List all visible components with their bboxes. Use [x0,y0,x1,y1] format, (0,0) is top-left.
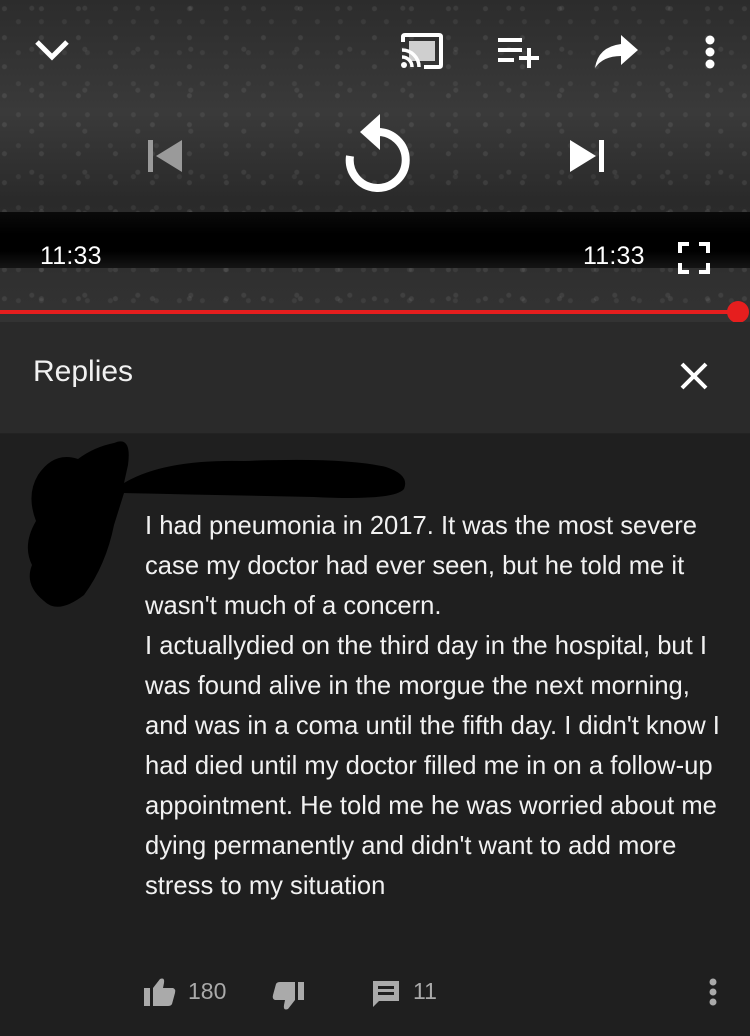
skip-next-icon [570,140,604,172]
duration-time: 11:33 [583,242,645,270]
add-to-queue-button[interactable] [494,30,542,72]
more-vert-icon [709,978,717,1006]
thumbs-down-icon [272,982,304,1010]
comment-actions: 180 11 [0,970,750,1014]
minimize-button[interactable] [28,26,76,74]
more-vert-icon [705,35,715,69]
close-icon [680,362,708,390]
like-button[interactable] [140,972,180,1012]
replay-icon [345,114,410,192]
share-button[interactable] [590,28,642,74]
elapsed-time: 11:33 [40,242,102,270]
video-player[interactable]: 11:33 11:33 [0,0,750,322]
cast-button[interactable] [396,28,448,74]
fullscreen-icon [678,242,710,274]
previous-button[interactable] [140,132,188,180]
fullscreen-button[interactable] [676,240,712,276]
comment-menu-button[interactable] [698,972,728,1012]
skip-previous-icon [148,140,182,172]
close-replies-button[interactable] [672,354,716,398]
reply-count: 11 [413,978,437,1004]
comment-body: I had pneumonia in 2017. It was the most… [145,506,735,906]
dislike-button[interactable] [268,976,308,1016]
playlist-add-icon [498,38,539,68]
panel-title: Replies [33,355,134,388]
replay-button[interactable] [336,110,416,196]
comment-paragraph: I had pneumonia in 2017. It was the most… [145,512,698,620]
comment-paragraph: I actuallydied on the third day in the h… [145,632,720,900]
like-count: 180 [188,978,227,1004]
comment-icon [373,981,399,1007]
more-options-button[interactable] [692,28,728,76]
progress-scrubber[interactable] [727,301,749,322]
share-icon [595,35,638,68]
chevron-down-icon [35,40,69,61]
next-button[interactable] [564,132,612,180]
progress-bar[interactable] [0,310,740,314]
thumbs-up-icon [144,978,176,1006]
reply-button[interactable] [366,974,406,1014]
cast-icon [401,33,443,69]
